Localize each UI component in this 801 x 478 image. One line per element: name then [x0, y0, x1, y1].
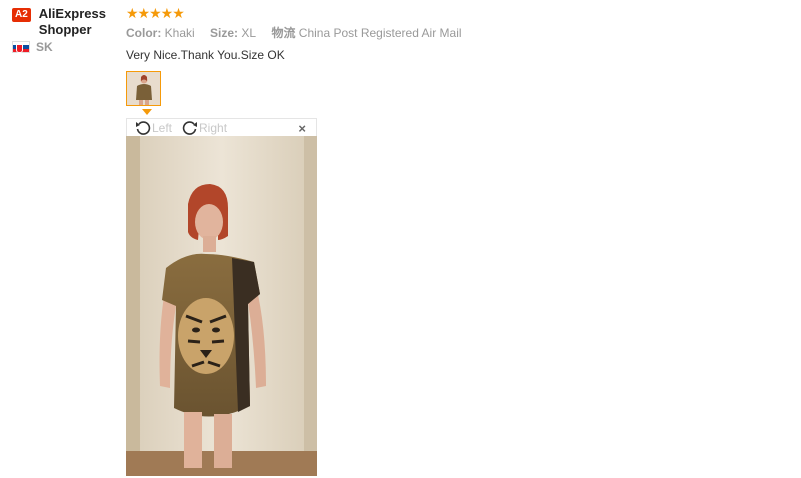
- reviewer-info: A2 AliExpress Shopper SK: [12, 6, 122, 54]
- review-photo: [126, 136, 317, 476]
- review-text: Very Nice.Thank You.Size OK: [126, 48, 285, 62]
- close-viewer-button[interactable]: ×: [298, 121, 306, 136]
- slovakia-flag-icon: [12, 41, 30, 53]
- rotate-left-button[interactable]: Left: [135, 120, 172, 136]
- rotate-right-button[interactable]: Right: [182, 120, 227, 136]
- size-value: XL: [241, 26, 257, 40]
- viewer-toolbar: Left Right ×: [126, 118, 317, 136]
- size-key: Size:: [210, 26, 239, 40]
- country-code: SK: [36, 40, 53, 54]
- shipping-value: China Post Registered Air Mail: [298, 26, 462, 40]
- order-details: Color: Khaki Size: XL 物流 China Post Regi…: [126, 25, 786, 41]
- shipping-key: 物流: [271, 26, 296, 40]
- color-key: Color:: [126, 26, 162, 40]
- level-badge: A2: [12, 8, 31, 22]
- review-content: ★★★★★ Color: Khaki Size: XL 物流 China Pos…: [126, 6, 786, 106]
- user-row: A2 AliExpress Shopper: [12, 6, 122, 38]
- color-value: Khaki: [164, 26, 195, 40]
- image-viewer: Left Right ×: [126, 118, 317, 476]
- country: SK: [12, 40, 122, 54]
- thumbnail-pointer: [142, 109, 152, 115]
- rotate-right-icon: [182, 120, 198, 135]
- rotate-right-label: Right: [199, 120, 228, 135]
- rotate-left-label: Left: [152, 120, 173, 135]
- user-name[interactable]: AliExpress Shopper: [39, 6, 122, 38]
- star-rating: ★★★★★: [126, 5, 185, 21]
- photo-thumbnail[interactable]: [126, 71, 161, 106]
- rotate-left-icon: [136, 120, 151, 135]
